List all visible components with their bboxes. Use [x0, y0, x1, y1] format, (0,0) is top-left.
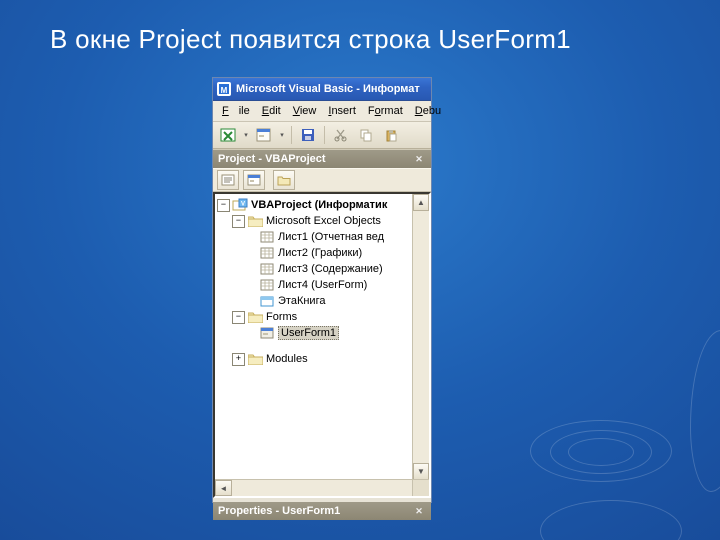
form-icon: [259, 326, 275, 340]
menu-insert[interactable]: Insert: [323, 103, 361, 119]
tree-label: Лист2 (Графики): [278, 247, 362, 259]
window-title: Microsoft Visual Basic - Информат: [236, 78, 420, 100]
sheet-icon: [259, 262, 275, 276]
insert-form-button[interactable]: [253, 124, 275, 146]
workbook-icon: [259, 294, 275, 308]
collapse-icon[interactable]: −: [232, 311, 245, 324]
collapse-icon[interactable]: −: [232, 215, 245, 228]
close-icon[interactable]: ✕: [412, 152, 426, 166]
svg-text:M: M: [221, 86, 228, 95]
tree-root[interactable]: − V VBAProject (Информатик: [217, 197, 411, 213]
copy-button[interactable]: [355, 124, 377, 146]
menubar: File Edit View Insert Format Debu: [213, 101, 431, 122]
scroll-corner: [412, 479, 429, 496]
save-button[interactable]: [297, 124, 319, 146]
project-icon: V: [232, 198, 248, 212]
collapse-icon[interactable]: −: [217, 199, 230, 212]
horizontal-scrollbar[interactable]: ◄ ►: [215, 479, 429, 496]
tree-sheet-3[interactable]: Лист3 (Содержание): [217, 261, 411, 277]
dropdown-icon[interactable]: ▾: [278, 125, 286, 145]
properties-panel-title: Properties - UserForm1 ✕: [213, 502, 431, 520]
project-tree[interactable]: − V VBAProject (Информатик − Microsoft E…: [215, 194, 413, 480]
tree-sheet-2[interactable]: Лист2 (Графики): [217, 245, 411, 261]
toggle-folders-button[interactable]: [273, 170, 295, 190]
tree-userform1[interactable]: UserForm1: [217, 325, 411, 341]
menu-debug[interactable]: Debu: [410, 103, 446, 119]
tree-label: Forms: [266, 311, 297, 323]
tree-label: Microsoft Excel Objects: [266, 215, 381, 227]
separator: [291, 126, 292, 144]
folder-icon: [247, 214, 263, 228]
project-panel-title-text: Project - VBAProject: [218, 150, 326, 168]
tree-label: Лист1 (Отчетная вед: [278, 231, 384, 243]
tree-modules[interactable]: + Modules: [217, 351, 411, 367]
properties-panel-title-text: Properties - UserForm1: [218, 502, 340, 520]
folder-icon: [247, 352, 263, 366]
tree-label: ЭтаКнига: [278, 295, 325, 307]
tree-excel-objects[interactable]: − Microsoft Excel Objects: [217, 213, 411, 229]
tree-thisworkbook[interactable]: ЭтаКнига: [217, 293, 411, 309]
tree-label-selected: UserForm1: [278, 326, 339, 340]
menu-edit[interactable]: Edit: [257, 103, 286, 119]
scroll-up-icon[interactable]: ▲: [413, 194, 429, 211]
tree-label: Лист3 (Содержание): [278, 263, 383, 275]
view-code-button[interactable]: [217, 170, 239, 190]
tree-label: Лист4 (UserForm): [278, 279, 367, 291]
tree-sheet-1[interactable]: Лист1 (Отчетная вед: [217, 229, 411, 245]
tree-label: Modules: [266, 353, 308, 365]
folder-icon: [247, 310, 263, 324]
sheet-icon: [259, 246, 275, 260]
scroll-down-icon[interactable]: ▼: [413, 463, 429, 480]
view-excel-button[interactable]: [217, 124, 239, 146]
tree-sheet-4[interactable]: Лист4 (UserForm): [217, 277, 411, 293]
cut-button[interactable]: [330, 124, 352, 146]
sheet-icon: [259, 278, 275, 292]
view-object-button[interactable]: [243, 170, 265, 190]
scroll-left-icon[interactable]: ◄: [215, 480, 232, 496]
expand-icon[interactable]: +: [232, 353, 245, 366]
vbe-window: M Microsoft Visual Basic - Информат File…: [213, 78, 431, 502]
titlebar: M Microsoft Visual Basic - Информат: [213, 78, 431, 101]
vertical-scrollbar[interactable]: ▲ ▼: [412, 194, 429, 480]
tree-forms[interactable]: − Forms: [217, 309, 411, 325]
menu-view[interactable]: View: [288, 103, 322, 119]
project-tree-panel: − V VBAProject (Информатик − Microsoft E…: [213, 192, 431, 498]
menu-file[interactable]: File: [217, 103, 255, 119]
dropdown-icon[interactable]: ▾: [242, 125, 250, 145]
paste-button[interactable]: [380, 124, 402, 146]
menu-format[interactable]: Format: [363, 103, 408, 119]
tree-root-label: VBAProject (Информатик: [251, 199, 387, 211]
toolbar: ▾ ▾: [213, 122, 431, 149]
svg-text:V: V: [241, 202, 245, 208]
app-icon: M: [216, 81, 232, 97]
separator: [324, 126, 325, 144]
project-panel-toolbar: [213, 168, 431, 192]
close-icon[interactable]: ✕: [412, 504, 426, 518]
slide-caption: В окне Project появится строка UserForm1: [50, 24, 571, 55]
sheet-icon: [259, 230, 275, 244]
project-panel-title: Project - VBAProject ✕: [213, 149, 431, 168]
